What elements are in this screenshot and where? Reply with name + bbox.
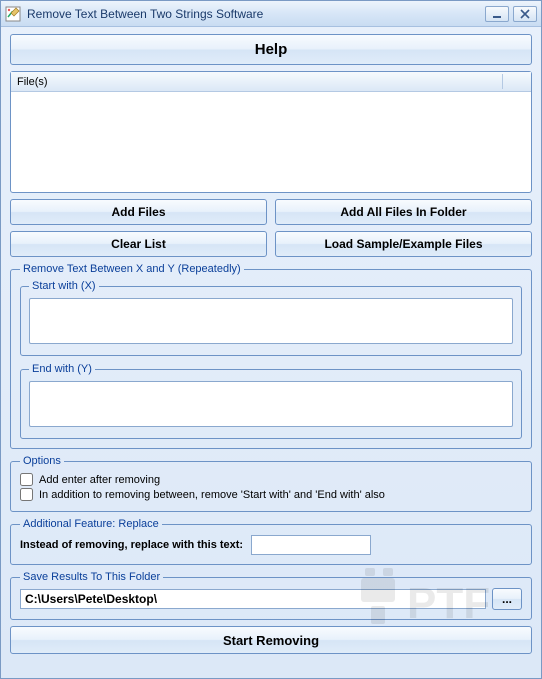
file-buttons-row-1: Add Files Add All Files In Folder <box>10 199 532 225</box>
close-button[interactable] <box>513 6 537 22</box>
clear-list-button[interactable]: Clear List <box>10 231 267 257</box>
start-removing-label: Start Removing <box>223 633 319 648</box>
app-icon <box>5 6 21 22</box>
start-with-legend: Start with (X) <box>29 280 99 292</box>
files-list[interactable]: File(s) <box>10 71 532 193</box>
end-with-legend: End with (Y) <box>29 363 95 375</box>
replace-input[interactable] <box>251 535 371 555</box>
titlebar: Remove Text Between Two Strings Software <box>1 1 541 27</box>
help-button-label: Help <box>255 41 288 58</box>
replace-label: Instead of removing, replace with this t… <box>20 539 243 551</box>
start-with-input[interactable] <box>29 298 513 344</box>
add-files-button[interactable]: Add Files <box>10 199 267 225</box>
add-all-files-in-folder-button[interactable]: Add All Files In Folder <box>275 199 532 225</box>
help-button[interactable]: Help <box>10 34 532 65</box>
start-removing-button[interactable]: Start Removing <box>10 626 532 654</box>
remove-text-group: Remove Text Between X and Y (Repeatedly)… <box>10 263 532 449</box>
files-list-header[interactable]: File(s) <box>11 72 531 92</box>
end-with-input[interactable] <box>29 381 513 427</box>
client-area: Help File(s) Add Files Add All Files In … <box>1 27 541 678</box>
files-column-label: File(s) <box>17 76 48 88</box>
save-folder-group: Save Results To This Folder ... <box>10 571 532 620</box>
replace-group: Additional Feature: Replace Instead of r… <box>10 518 532 565</box>
window-controls <box>485 6 537 22</box>
remove-delims-option[interactable]: In addition to removing between, remove … <box>20 487 522 502</box>
replace-legend: Additional Feature: Replace <box>20 518 162 530</box>
minimize-button[interactable] <box>485 6 509 22</box>
start-with-group: Start with (X) <box>20 280 522 356</box>
window-title: Remove Text Between Two Strings Software <box>27 7 485 21</box>
file-buttons-row-2: Clear List Load Sample/Example Files <box>10 231 532 257</box>
options-legend: Options <box>20 455 64 467</box>
load-sample-files-button[interactable]: Load Sample/Example Files <box>275 231 532 257</box>
app-window: Remove Text Between Two Strings Software… <box>0 0 542 679</box>
add-enter-option[interactable]: Add enter after removing <box>20 472 522 487</box>
options-group: Options Add enter after removing In addi… <box>10 455 532 512</box>
remove-delims-checkbox[interactable] <box>20 488 33 501</box>
end-with-group: End with (Y) <box>20 363 522 439</box>
save-folder-legend: Save Results To This Folder <box>20 571 163 583</box>
browse-folder-button[interactable]: ... <box>492 588 522 610</box>
remove-text-group-legend: Remove Text Between X and Y (Repeatedly) <box>20 263 244 275</box>
add-enter-checkbox[interactable] <box>20 473 33 486</box>
remove-delims-label: In addition to removing between, remove … <box>39 489 385 501</box>
add-enter-label: Add enter after removing <box>39 474 160 486</box>
save-folder-input[interactable] <box>20 589 486 609</box>
